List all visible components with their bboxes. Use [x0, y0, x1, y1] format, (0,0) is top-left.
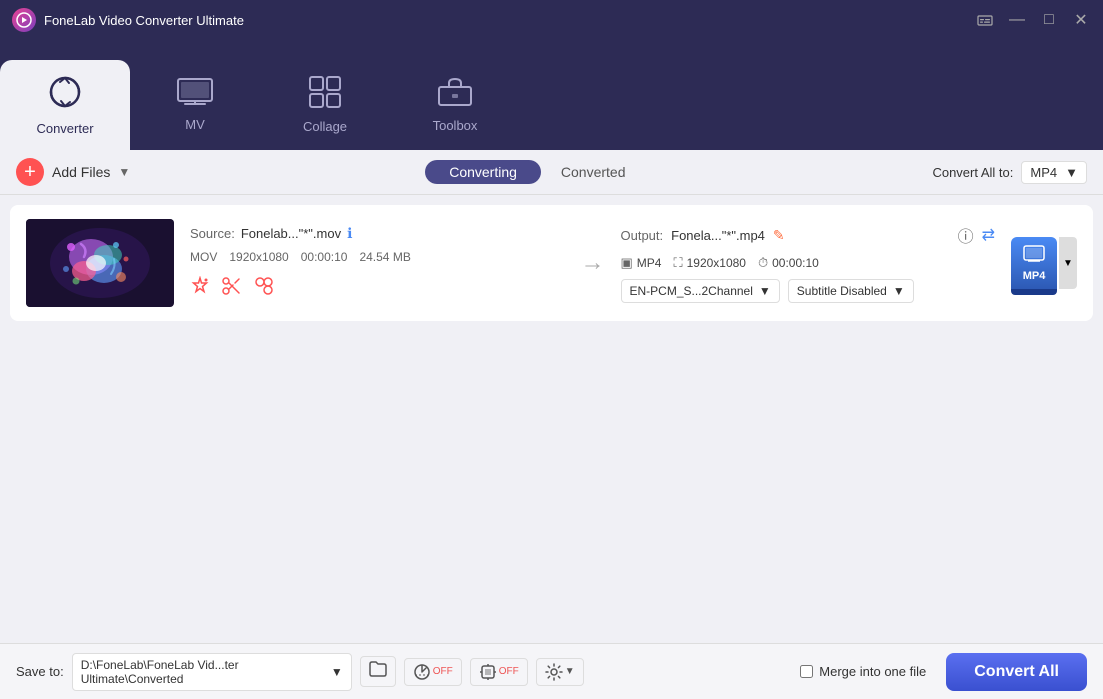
cut-button[interactable] — [222, 276, 242, 301]
title-bar-left: FoneLab Video Converter Ultimate — [12, 8, 244, 32]
format-badge-icon — [1023, 245, 1045, 268]
file-info-right: Output: Fonela..."*".mp4 ✎ ⓘ ⇄ ▣ MP4 ⛶ 1… — [621, 223, 996, 303]
minimize-button[interactable]: — — [1007, 10, 1027, 30]
convert-all-button[interactable]: Convert All — [946, 653, 1087, 691]
output-format-spec: ▣ MP4 — [621, 255, 662, 271]
resolution-icon: ⛶ — [673, 255, 682, 271]
subtitle-dropdown-icon: ▼ — [893, 284, 905, 298]
settings-gear-dropdown: ▼ — [565, 666, 575, 677]
file-duration: 00:00:10 — [301, 250, 348, 264]
converted-tab[interactable]: Converted — [549, 160, 638, 184]
source-info-icon[interactable]: ℹ — [347, 225, 352, 242]
format-icon: ▣ — [621, 255, 633, 271]
convert-arrow-icon: → — [581, 249, 605, 277]
tab-toolbox-label: Toolbox — [433, 118, 478, 133]
add-files-label: Add Files — [52, 164, 110, 180]
output-resolution: 1920x1080 — [687, 256, 746, 270]
accel-off-label: OFF — [433, 666, 453, 677]
tab-collage-label: Collage — [303, 119, 347, 134]
output-resolution-spec: ⛶ 1920x1080 — [673, 255, 746, 271]
captions-button[interactable] — [975, 10, 995, 30]
add-files-dropdown-arrow[interactable]: ▼ — [118, 165, 130, 179]
output-info-button[interactable]: ⓘ — [958, 223, 974, 247]
file-meta: MOV 1920x1080 00:00:10 24.54 MB — [190, 250, 565, 264]
mv-icon — [177, 78, 213, 113]
browse-folder-button[interactable] — [360, 656, 396, 687]
file-actions — [190, 276, 565, 301]
hardware-accel-button[interactable]: OFF — [470, 658, 528, 686]
title-bar: FoneLab Video Converter Ultimate — □ ✕ — [0, 0, 1103, 40]
toolbar: + Add Files ▼ Converting Converted Conve… — [0, 150, 1103, 195]
output-settings-button[interactable]: ⇄ — [982, 225, 995, 245]
title-bar-controls: — □ ✕ — [975, 10, 1091, 30]
app-icon — [12, 8, 36, 32]
hw-accel-off-label: OFF — [499, 666, 519, 677]
format-dropdown-icon: ▼ — [1065, 165, 1078, 180]
edit-output-icon[interactable]: ✎ — [773, 227, 785, 244]
format-badge-arrow[interactable]: ▼ — [1059, 237, 1077, 289]
file-thumbnail — [26, 219, 174, 307]
main-content: Source: Fonelab..."*".mov ℹ MOV 1920x108… — [0, 195, 1103, 643]
tab-toolbox[interactable]: Toolbox — [390, 60, 520, 150]
source-label: Source: — [190, 226, 235, 241]
close-button[interactable]: ✕ — [1071, 10, 1091, 30]
settings-button[interactable]: ▼ — [536, 658, 584, 686]
subtitle-selector[interactable]: Subtitle Disabled ▼ — [788, 279, 914, 303]
merge-checkbox[interactable] — [800, 665, 813, 678]
collage-icon — [309, 76, 341, 115]
merge-checkbox-container: Merge into one file — [800, 664, 926, 679]
file-resolution: 1920x1080 — [229, 250, 288, 264]
save-path-selector[interactable]: D:\FoneLab\FoneLab Vid...ter Ultimate\Co… — [72, 653, 352, 691]
acceleration-button[interactable]: OFF — [404, 658, 462, 686]
merge-label[interactable]: Merge into one file — [819, 664, 926, 679]
source-row: Source: Fonelab..."*".mov ℹ — [190, 225, 565, 242]
output-specs: ▣ MP4 ⛶ 1920x1080 ⏱ 00:00:10 — [621, 255, 996, 271]
converting-tab[interactable]: Converting — [425, 160, 541, 184]
file-row: Source: Fonelab..."*".mov ℹ MOV 1920x108… — [10, 205, 1093, 321]
save-path-value: D:\FoneLab\FoneLab Vid...ter Ultimate\Co… — [81, 658, 327, 686]
toolbox-icon — [438, 77, 472, 114]
audio-track-selector[interactable]: EN-PCM_S...2Channel ▼ — [621, 279, 780, 303]
audio-track-value: EN-PCM_S...2Channel — [630, 284, 753, 298]
path-dropdown-icon: ▼ — [331, 665, 343, 679]
tab-mv-label: MV — [185, 117, 205, 132]
format-badge-label: MP4 — [1023, 270, 1046, 282]
file-info-left: Source: Fonelab..."*".mov ℹ MOV 1920x108… — [190, 225, 565, 301]
convert-all-to-label: Convert All to: — [932, 165, 1013, 180]
tab-converter-label: Converter — [36, 121, 93, 136]
tab-collage[interactable]: Collage — [260, 60, 390, 150]
format-badge: MP4 — [1011, 237, 1057, 289]
save-to-label: Save to: — [16, 664, 64, 679]
output-duration-spec: ⏱ 00:00:10 — [758, 255, 819, 271]
subtitle-value: Subtitle Disabled — [797, 284, 887, 298]
output-row: Output: Fonela..."*".mp4 ✎ ⓘ ⇄ — [621, 223, 996, 247]
effects-button[interactable] — [254, 276, 274, 301]
file-format: MOV — [190, 250, 217, 264]
duration-icon: ⏱ — [758, 255, 768, 271]
selected-format: MP4 — [1030, 165, 1057, 180]
status-bar: Save to: D:\FoneLab\FoneLab Vid...ter Ul… — [0, 643, 1103, 699]
app-title: FoneLab Video Converter Ultimate — [44, 13, 244, 28]
audio-dropdown-icon: ▼ — [759, 284, 771, 298]
converter-icon — [47, 74, 83, 117]
output-format: MP4 — [637, 256, 662, 270]
format-badge-container: MP4 ▼ — [1011, 237, 1077, 289]
source-filename: Fonelab..."*".mov — [241, 226, 341, 241]
nav-tabs: Converter MV Collage — [0, 40, 1103, 150]
maximize-button[interactable]: □ — [1039, 10, 1059, 30]
file-size: 24.54 MB — [359, 250, 410, 264]
format-selector[interactable]: MP4 ▼ — [1021, 161, 1087, 184]
tab-mv[interactable]: MV — [130, 60, 260, 150]
output-duration: 00:00:10 — [772, 256, 819, 270]
enhance-button[interactable] — [190, 276, 210, 301]
output-filename: Fonela..."*".mp4 — [671, 228, 765, 243]
tab-converter[interactable]: Converter — [0, 60, 130, 150]
output-selectors: EN-PCM_S...2Channel ▼ Subtitle Disabled … — [621, 279, 996, 303]
output-label: Output: — [621, 228, 664, 243]
add-files-plus-button[interactable]: + — [16, 158, 44, 186]
